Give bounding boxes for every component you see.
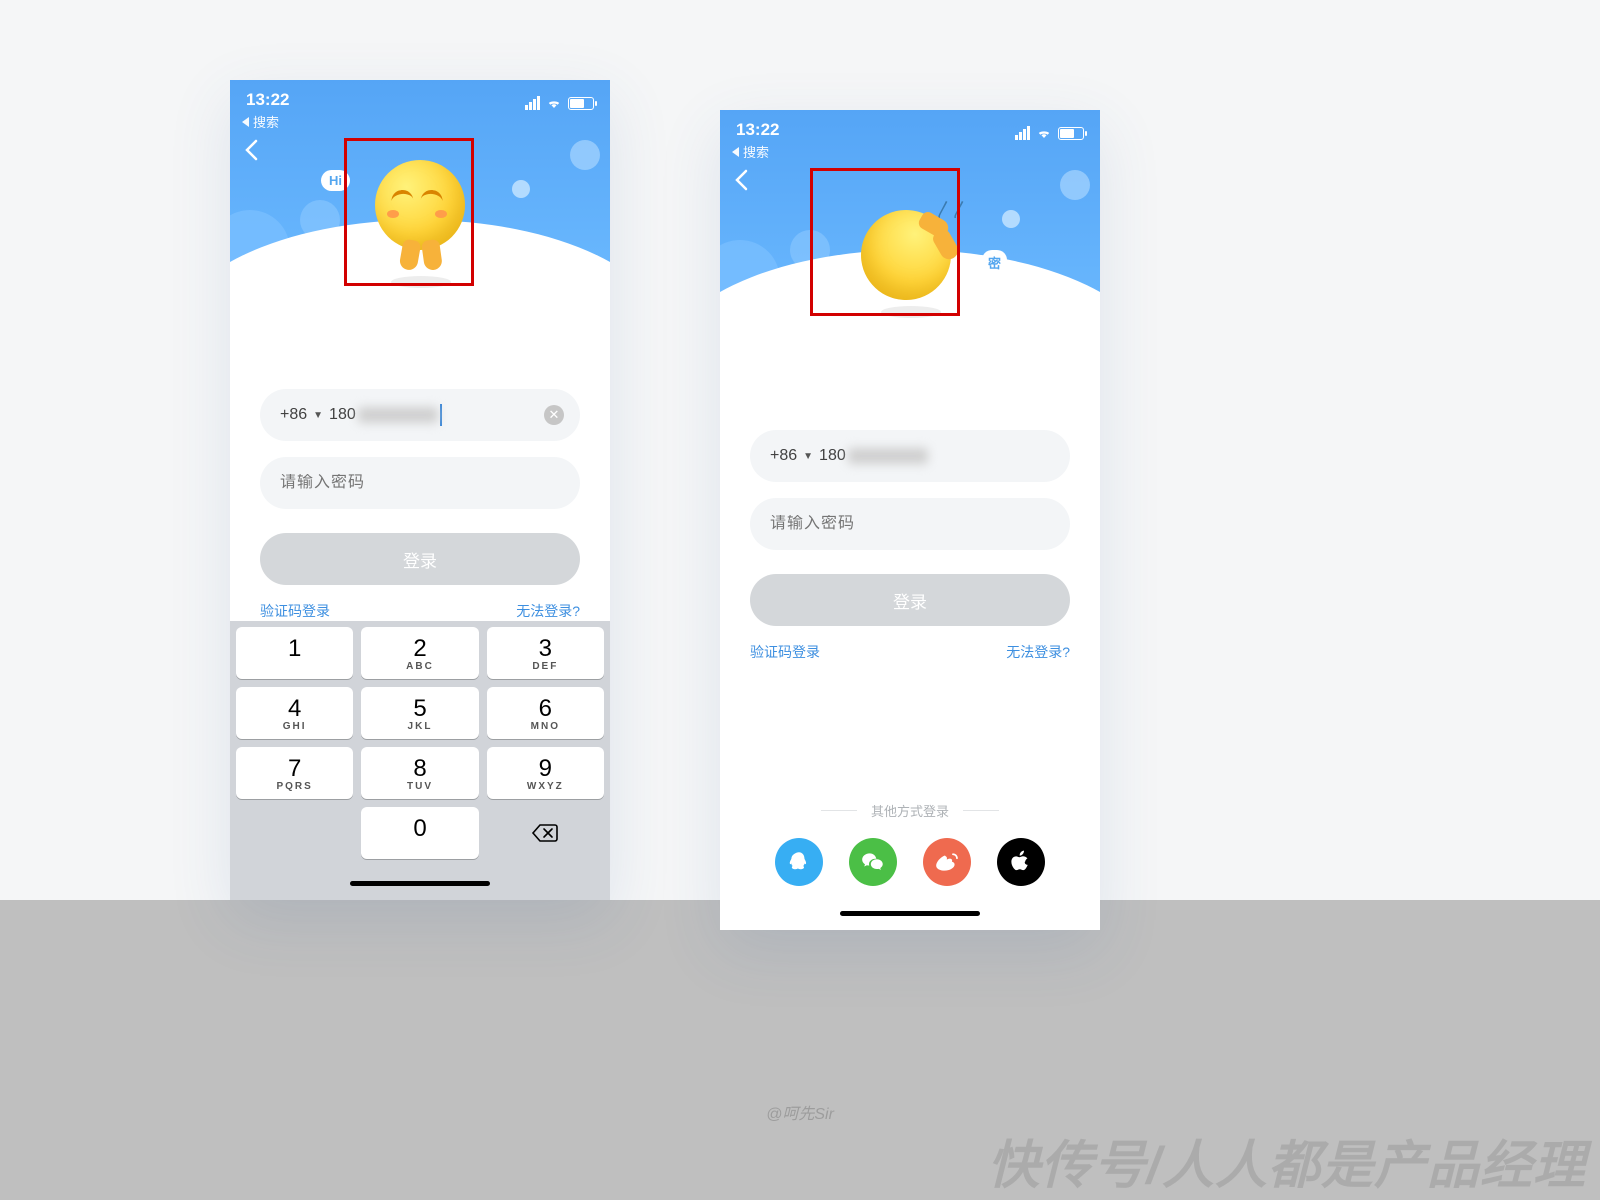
battery-icon xyxy=(1058,127,1084,140)
cellular-icon xyxy=(1015,126,1030,140)
cannot-login-link[interactable]: 无法登录? xyxy=(516,601,580,621)
login-button[interactable]: 登录 xyxy=(750,574,1070,626)
keypad-delete[interactable] xyxy=(487,807,604,859)
country-code[interactable]: +86 xyxy=(770,447,797,465)
phone-prefix: 180 xyxy=(819,447,846,465)
keypad-key-2[interactable]: 2ABC xyxy=(361,627,478,679)
home-indicator[interactable] xyxy=(230,867,610,900)
status-bar: 13:22 xyxy=(230,80,610,110)
keypad-key-6[interactable]: 6MNO xyxy=(487,687,604,739)
keypad-key-9[interactable]: 9WXYZ xyxy=(487,747,604,799)
speech-bubble-secret: 密 xyxy=(982,250,1007,275)
battery-icon xyxy=(568,97,594,110)
password-field[interactable] xyxy=(260,457,580,509)
annotation-box-left xyxy=(344,138,474,286)
cannot-login-link[interactable]: 无法登录? xyxy=(1006,642,1070,662)
breadcrumb-back[interactable]: 搜索 xyxy=(230,110,610,133)
clear-icon[interactable]: ✕ xyxy=(544,405,564,425)
other-login-label: 其他方式登录 xyxy=(871,801,949,820)
cellular-icon xyxy=(525,96,540,110)
status-time: 13:22 xyxy=(246,90,289,110)
phone-redacted xyxy=(848,448,928,464)
keypad-blank xyxy=(236,807,353,859)
wifi-icon xyxy=(546,97,562,109)
wechat-login-button[interactable] xyxy=(849,838,897,886)
phone-field[interactable]: +86 ▼ 180 xyxy=(750,430,1070,482)
apple-login-button[interactable] xyxy=(997,838,1045,886)
chevron-down-icon[interactable]: ▼ xyxy=(313,410,323,421)
password-input[interactable] xyxy=(770,515,1050,533)
login-button[interactable]: 登录 xyxy=(260,533,580,585)
author-handle: @呵先Sir xyxy=(766,1100,834,1124)
phone-prefix: 180 xyxy=(329,406,356,424)
keypad-key-1[interactable]: 1 xyxy=(236,627,353,679)
keypad-key-0[interactable]: 0 xyxy=(361,807,478,859)
phone-redacted xyxy=(358,407,438,423)
breadcrumb-back[interactable]: 搜索 xyxy=(720,140,1100,163)
numeric-keypad: 1 2ABC3DEF 4GHI5JKL6MNO 7PQRS8TUV9WXYZ0 xyxy=(230,621,610,867)
login-form: +86 ▼ 180 ✕ 登录 验证码登录 无法登录? xyxy=(230,309,610,621)
login-form: +86 ▼ 180 登录 验证码登录 无法登录? 其他方式登录 xyxy=(720,350,1100,896)
keypad-key-8[interactable]: 8TUV xyxy=(361,747,478,799)
sms-login-link[interactable]: 验证码登录 xyxy=(750,642,820,662)
phone-field[interactable]: +86 ▼ 180 ✕ xyxy=(260,389,580,441)
weibo-login-button[interactable] xyxy=(923,838,971,886)
keypad-key-5[interactable]: 5JKL xyxy=(361,687,478,739)
password-field[interactable] xyxy=(750,498,1070,550)
password-input[interactable] xyxy=(280,474,560,492)
keypad-key-7[interactable]: 7PQRS xyxy=(236,747,353,799)
chevron-down-icon[interactable]: ▼ xyxy=(803,451,813,462)
home-indicator[interactable] xyxy=(720,896,1100,930)
status-time: 13:22 xyxy=(736,120,779,140)
country-code[interactable]: +86 xyxy=(280,406,307,424)
keypad-key-3[interactable]: 3DEF xyxy=(487,627,604,679)
status-bar: 13:22 xyxy=(720,110,1100,140)
comparison-stage: 13:22 搜索 Hi xyxy=(0,0,1600,1200)
text-cursor xyxy=(440,404,442,426)
annotation-box-right xyxy=(810,168,960,316)
other-login-section: 其他方式登录 xyxy=(750,781,1070,896)
keypad-key-4[interactable]: 4GHI xyxy=(236,687,353,739)
sms-login-link[interactable]: 验证码登录 xyxy=(260,601,330,621)
qq-login-button[interactable] xyxy=(775,838,823,886)
wifi-icon xyxy=(1036,127,1052,139)
